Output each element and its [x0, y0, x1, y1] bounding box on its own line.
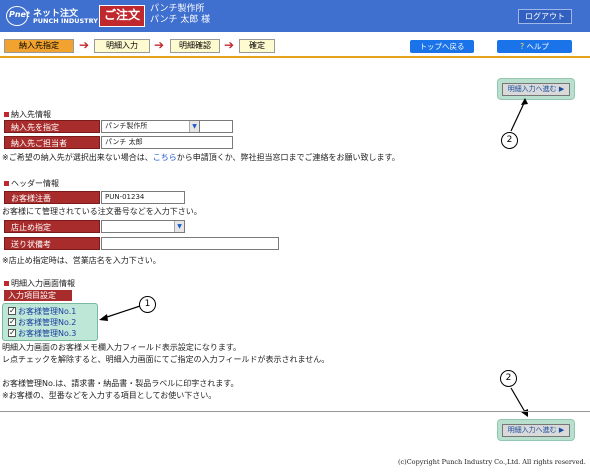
logo-badge-text: Pnet: [9, 10, 30, 19]
divider: [0, 411, 590, 412]
detail-note-3: お客様管理No.は、請求書・納品書・製品ラベルに印字されます。: [2, 379, 239, 388]
delivery-note: ※ご希望の納入先が選択出来ない場合は、こちらから申請頂くか、弊社担当窓口までご連…: [2, 152, 400, 163]
arrow-right-icon: ➔: [79, 38, 90, 52]
checkbox-label: お客様管理No.2: [18, 318, 77, 327]
callout-arrow: [510, 387, 528, 417]
step-detail-input: 明細入力: [94, 39, 150, 53]
callout-1: 1: [139, 296, 156, 313]
checkbox-row[interactable]: お客様管理No.2: [8, 316, 77, 328]
checkbox-row[interactable]: お客様管理No.1: [8, 305, 77, 317]
checkbox-label: お客様管理No.1: [18, 307, 77, 316]
next-button-highlight: 明細入力へ進む ▶: [497, 419, 575, 441]
top-button[interactable]: トップへ戻る: [410, 40, 474, 53]
header-section-title: ヘッダー情報: [4, 178, 59, 189]
detail-section-title: 明細入力画面情報: [4, 278, 75, 289]
delivery-section-label: 納入先情報: [11, 110, 51, 119]
callout-arrow-line: [103, 305, 141, 319]
help-label: ヘルプ: [526, 42, 549, 51]
callout-arrow-line: [510, 387, 526, 413]
arrow-right-icon: ➔: [154, 38, 165, 52]
dest-select-value: パンチ製作所: [105, 122, 148, 130]
detail-section-label: 明細入力画面情報: [11, 279, 75, 288]
customer-order-label: お客様注番: [4, 191, 100, 204]
section-marker-icon: [4, 281, 9, 286]
step-detail-confirm: 明細確認: [170, 39, 220, 53]
arrow-right-icon: ➔: [224, 38, 235, 52]
logo[interactable]: Pnet ネット注文 PUNCH INDUSTRY: [4, 5, 98, 27]
callout-arrow: [99, 305, 141, 321]
detail-note-1: 明細入力画面のお客様メモ欄入力フィールド表示設定になります。: [2, 343, 242, 352]
section-marker-icon: [4, 181, 9, 186]
invoice-input[interactable]: [101, 237, 279, 250]
checkbox-checked-icon[interactable]: [8, 316, 16, 327]
logo-subtitle: PUNCH INDUSTRY: [33, 17, 98, 25]
step-confirm: 確定: [239, 39, 275, 53]
callout-2-bottom: 2: [500, 370, 517, 387]
invoice-label: 送り状備考: [4, 237, 100, 250]
question-icon: ?: [520, 42, 525, 51]
step-bar: 納入先指定 ➔ 明細入力 ➔ 明細確認 ➔ 確定 トップへ戻る ? ヘルプ: [0, 32, 590, 58]
checkbox-label: お客様管理No.3: [18, 329, 77, 338]
user-info: パンチ製作所 パンチ 太郎 様: [150, 4, 210, 26]
chevron-down-icon: ▼: [189, 121, 199, 132]
user-name: パンチ 太郎 様: [150, 15, 211, 25]
delivery-note-before: ※ご希望の納入先が選択出来ない場合は、: [2, 153, 153, 162]
callout-arrowhead: [521, 98, 528, 105]
store-label: 店止め指定: [4, 220, 100, 233]
store-select[interactable]: ▼: [101, 220, 185, 233]
delivery-note-after: から申請頂くか、弊社担当窓口までご連絡をお願い致します。: [176, 153, 400, 162]
callout-arrow: [510, 98, 528, 132]
customer-order-note: お客様にて管理されている注文番号などを入力下さい。: [2, 207, 202, 216]
section-marker-icon: [4, 112, 9, 117]
chevron-down-icon: ▼: [174, 221, 184, 232]
next-button-bottom[interactable]: 明細入力へ進む ▶: [502, 424, 570, 437]
page: Pnet ネット注文 PUNCH INDUSTRY ご注文 パンチ製作所 パンチ…: [0, 0, 590, 473]
contact-label: 納入先ご担当者: [4, 136, 100, 149]
input-items-checkbox-group: お客様管理No.1 お客様管理No.2 お客様管理No.3: [2, 303, 98, 341]
callout-arrow-line: [510, 100, 526, 132]
detail-note-2: レ点チェックを解除すると、明細入力画面にてご指定の入力フィールドが表示されません…: [2, 355, 330, 364]
logout-button[interactable]: ログアウト: [518, 9, 572, 24]
customer-order-input[interactable]: PUN-01234: [101, 191, 185, 204]
dest-select[interactable]: パンチ製作所 ▼: [101, 120, 200, 133]
header-section-label: ヘッダー情報: [11, 179, 59, 188]
help-button[interactable]: ? ヘルプ: [497, 40, 572, 53]
copyright: (c)Copyright Punch Industry Co.,Ltd. All…: [398, 458, 586, 466]
company-name: パンチ製作所: [150, 4, 205, 14]
input-items-header: 入力項目設定: [4, 290, 72, 301]
next-button-top[interactable]: 明細入力へ進む ▶: [502, 83, 570, 96]
detail-note-4: ※お客様の、型番などを入力する項目としてお使い下さい。: [2, 391, 217, 400]
callout-arrowhead: [99, 314, 108, 321]
delivery-section-title: 納入先情報: [4, 109, 51, 120]
step-delivery: 納入先指定: [4, 39, 74, 53]
checkbox-row[interactable]: お客様管理No.3: [8, 327, 77, 339]
checkbox-checked-icon[interactable]: [8, 305, 16, 316]
page-title: ご注文: [99, 5, 145, 27]
callout-2-top: 2: [501, 132, 518, 149]
store-note: ※店止め指定時は、営業店名を入力下さい。: [2, 256, 161, 265]
apply-link[interactable]: こちら: [153, 153, 177, 162]
app-header: Pnet ネット注文 PUNCH INDUSTRY ご注文 パンチ製作所 パンチ…: [0, 0, 590, 32]
checkbox-checked-icon[interactable]: [8, 327, 16, 338]
dest-label: 納入先を指定: [4, 120, 100, 133]
contact-input[interactable]: パンチ 太郎: [101, 136, 233, 149]
dest-extra-field: [200, 120, 233, 133]
